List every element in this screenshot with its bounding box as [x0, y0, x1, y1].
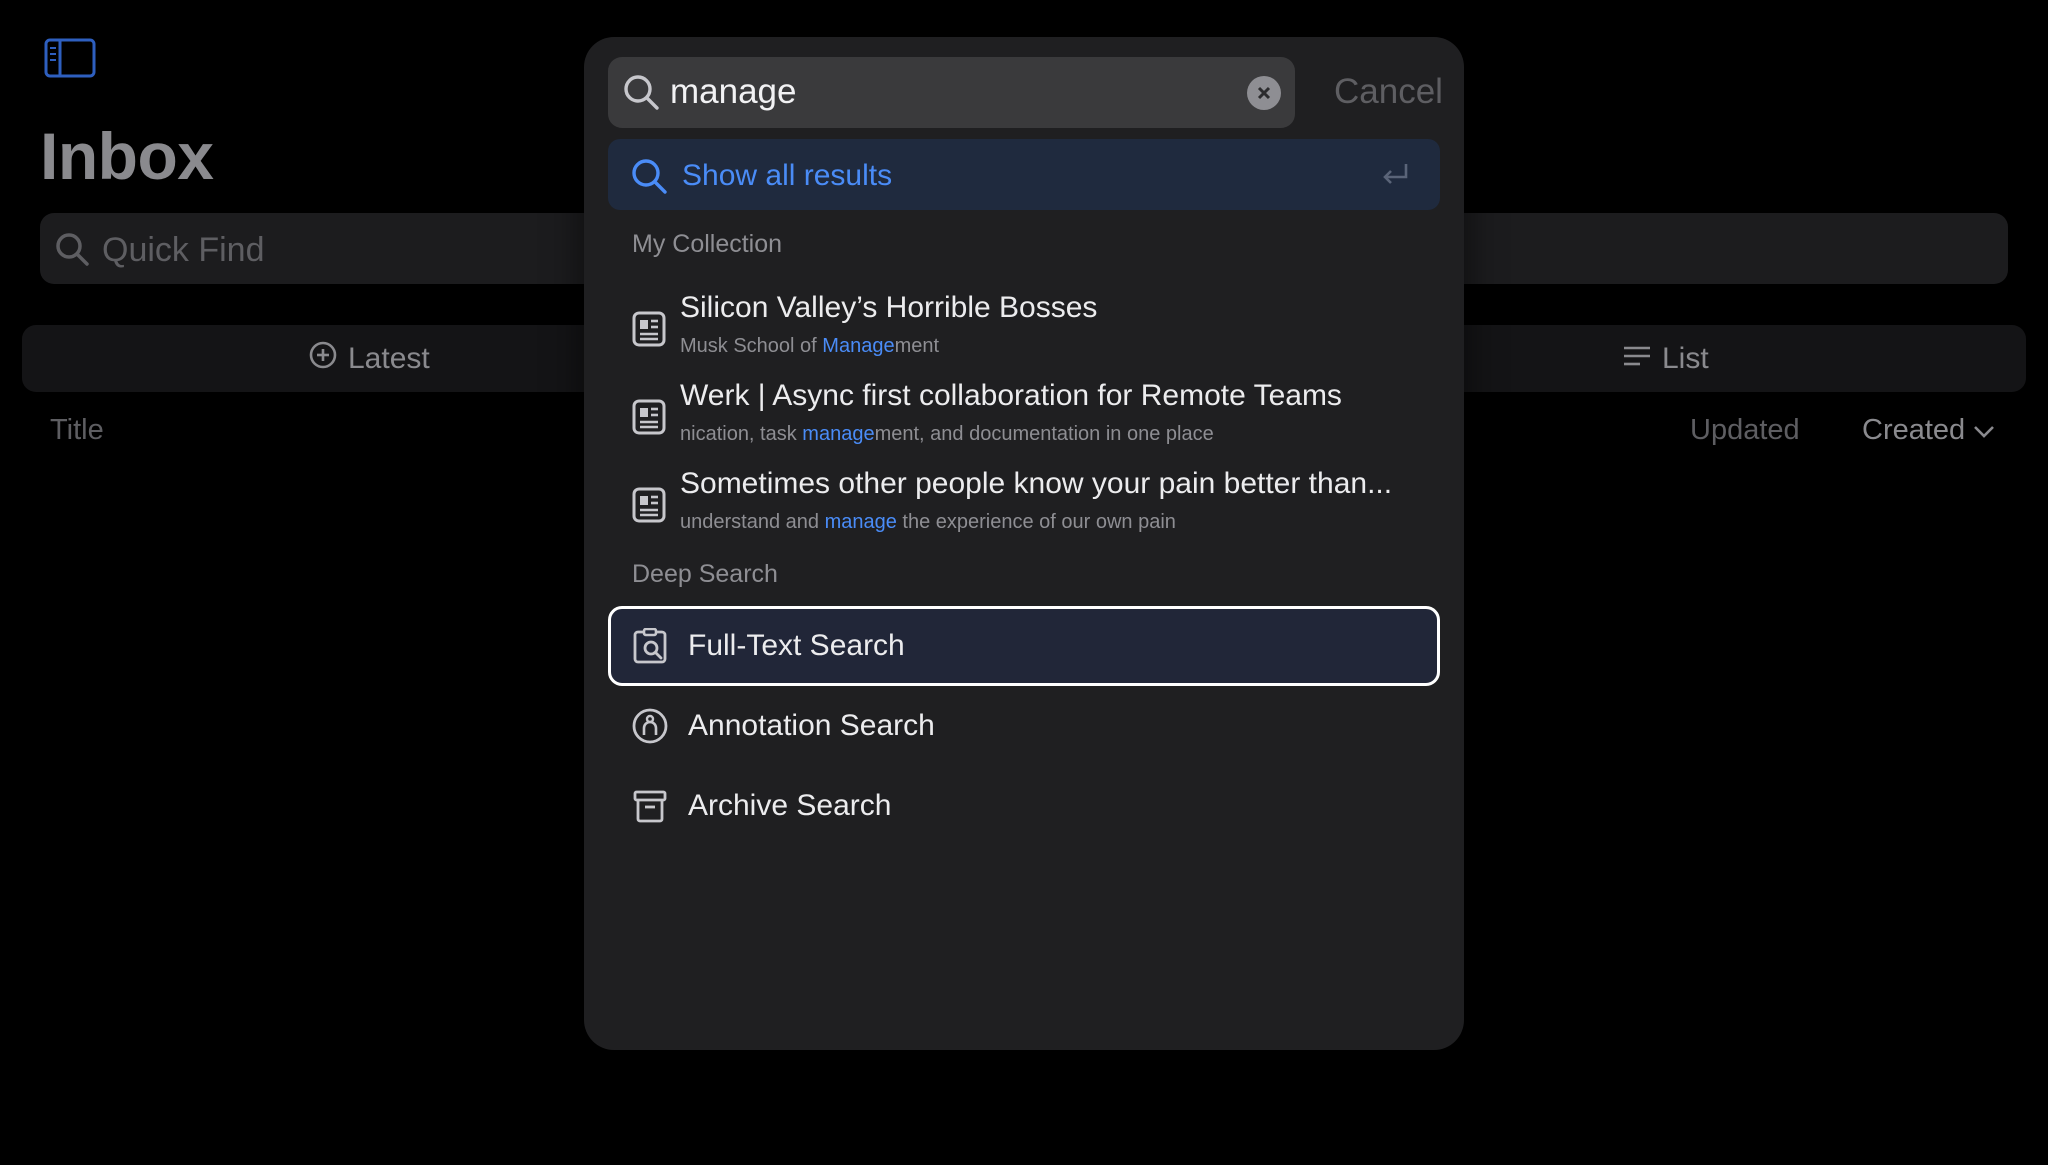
- section-label-collection: My Collection: [632, 230, 783, 258]
- return-key-icon: [1380, 161, 1410, 189]
- chevron-down-icon: [1973, 414, 1995, 447]
- annotation-search-label: Annotation Search: [688, 709, 935, 742]
- plus-clock-icon: [308, 340, 338, 378]
- article-icon: [632, 399, 666, 435]
- doc-search-icon: [632, 627, 668, 664]
- snippet-match: manage: [802, 423, 875, 445]
- full-text-search-label: Full-Text Search: [688, 629, 905, 662]
- tab-list[interactable]: List: [1622, 325, 1709, 392]
- search-icon: [622, 73, 660, 111]
- snippet-match: Manage: [822, 335, 895, 357]
- result-item[interactable]: Silicon Valley’s Horrible Bosses Musk Sc…: [632, 291, 1432, 373]
- result-title: Silicon Valley’s Horrible Bosses: [680, 291, 1098, 324]
- result-snippet: understand and manage the experience of …: [680, 511, 1176, 534]
- quick-find-placeholder: Quick Find: [102, 231, 265, 269]
- clear-search-button[interactable]: [1247, 76, 1281, 110]
- tab-latest-label: Latest: [348, 341, 430, 375]
- article-icon: [632, 311, 666, 347]
- snippet-text: ment: [894, 335, 940, 357]
- annotation-icon: [632, 708, 668, 744]
- tab-list-label: List: [1662, 341, 1709, 375]
- article-icon: [632, 487, 666, 523]
- page-title: Inbox: [40, 119, 214, 193]
- snippet-text: Musk School of: [680, 335, 823, 357]
- column-header-created[interactable]: Created: [1862, 414, 1995, 447]
- search-field[interactable]: [608, 57, 1295, 128]
- list-lines-icon: [1622, 342, 1652, 376]
- search-input[interactable]: [670, 67, 1230, 117]
- result-snippet: Musk School of Management: [680, 335, 939, 358]
- cancel-button[interactable]: Cancel: [1334, 72, 1443, 112]
- snippet-text: ment, and documentation in one place: [874, 423, 1214, 445]
- section-label-deep-search: Deep Search: [632, 560, 778, 588]
- show-all-results-label: Show all results: [682, 159, 893, 192]
- archive-box-icon: [632, 788, 668, 824]
- result-snippet: nication, task management, and documenta…: [680, 423, 1214, 446]
- archive-search-button[interactable]: Archive Search: [608, 766, 1440, 846]
- snippet-text: nication, task: [680, 423, 803, 445]
- close-icon: [1257, 86, 1271, 100]
- show-all-results-button[interactable]: Show all results: [608, 139, 1440, 210]
- search-icon: [630, 157, 668, 195]
- snippet-text: understand and: [680, 511, 825, 533]
- column-header-updated[interactable]: Updated: [1690, 414, 1800, 447]
- result-title: Werk | Async first collaboration for Rem…: [680, 379, 1342, 412]
- column-header-title[interactable]: Title: [50, 414, 104, 447]
- archive-search-label: Archive Search: [688, 789, 892, 822]
- snippet-match: manage: [824, 511, 897, 533]
- search-icon: [54, 231, 90, 267]
- full-text-search-button[interactable]: Full-Text Search: [608, 606, 1440, 686]
- snippet-text: the experience of our own pain: [896, 511, 1176, 533]
- result-title: Sometimes other people know your pain be…: [680, 467, 1393, 500]
- created-label: Created: [1862, 414, 1966, 446]
- result-item[interactable]: Sometimes other people know your pain be…: [632, 467, 1432, 549]
- annotation-search-button[interactable]: Annotation Search: [608, 686, 1440, 766]
- search-panel: Cancel Show all results My Collection Si…: [584, 37, 1464, 1050]
- result-item[interactable]: Werk | Async first collaboration for Rem…: [632, 379, 1432, 461]
- sidebar-toggle-icon[interactable]: [44, 38, 96, 78]
- tab-latest[interactable]: Latest: [308, 325, 430, 392]
